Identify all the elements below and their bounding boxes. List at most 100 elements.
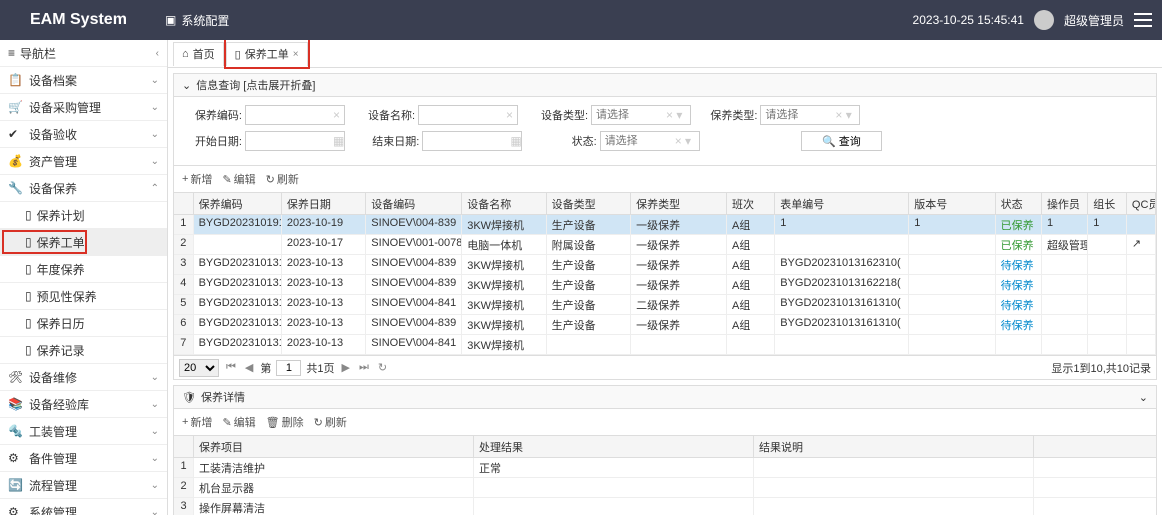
sidebar-subitem[interactable]: ▯年度保养 (0, 256, 167, 283)
refresh-button[interactable]: ↻刷新 (314, 414, 347, 430)
calendar-icon[interactable]: ▦ (510, 134, 521, 148)
col-date[interactable]: 保养日期 (282, 193, 366, 214)
pager-info: 显示1到10,共10记录 (1051, 360, 1151, 376)
mtype-label: 保养类型: (697, 107, 757, 123)
search-button[interactable]: 🔍查询 (801, 131, 882, 151)
page-size-select[interactable]: 20 (179, 359, 219, 377)
col-result[interactable]: 处理结果 (474, 436, 754, 457)
detail-panel-header[interactable]: 🛡 保养详情 ⌄ (173, 385, 1157, 409)
tab-bar: ⌂ 首页 ▯ 保养工单 × (168, 40, 1162, 68)
devtype-label: 设备类型: (528, 107, 588, 123)
document-icon: ▯ (25, 235, 32, 249)
add-button[interactable]: +新增 (182, 171, 212, 187)
hamburger-icon[interactable] (1134, 13, 1152, 27)
table-row[interactable]: 4BYGD20231013162218(2023-10-13SINOEV\004… (174, 275, 1156, 295)
edit-button[interactable]: ✎编辑 (222, 414, 255, 430)
col-item[interactable]: 保养项目 (194, 436, 474, 457)
close-icon[interactable]: × (293, 49, 299, 60)
chevron-icon: ⌃ (151, 183, 159, 194)
trash-icon: 🗑 (266, 416, 280, 429)
table-row[interactable]: 1工装清洁维护正常 (174, 458, 1156, 478)
prev-page-button[interactable]: ◀ (243, 361, 255, 374)
sidebar-item[interactable]: ⚙系统管理⌄ (0, 499, 167, 515)
refresh-icon: ↻ (314, 416, 323, 429)
end-date-input[interactable] (422, 131, 522, 151)
main-grid: 保养编码 保养日期 设备编码 设备名称 设备类型 保养类型 班次 表单编号 版本… (173, 193, 1157, 356)
sidebar-nav-header[interactable]: ≡ 导航栏 ‹ (0, 40, 167, 67)
end-label: 结束日期: (359, 133, 419, 149)
tab-home[interactable]: ⌂ 首页 (173, 42, 224, 66)
last-page-button[interactable]: ⏭ (357, 361, 371, 374)
sidebar-item[interactable]: 🛠设备维修⌄ (0, 364, 167, 391)
datetime: 2023-10-25 15:45:41 (913, 13, 1024, 27)
col-leader[interactable]: 组长 (1088, 193, 1127, 214)
sidebar-item[interactable]: 🔧设备保养⌃ (0, 175, 167, 202)
clear-icon[interactable]: × (333, 108, 340, 122)
col-devtype[interactable]: 设备类型 (547, 193, 631, 214)
refresh-button[interactable]: ↻刷新 (266, 171, 299, 187)
tab-maintenance-order[interactable]: ▯ 保养工单 × (226, 42, 308, 66)
sidebar-subitem[interactable]: ▯预见性保养 (0, 283, 167, 310)
sidebar-item[interactable]: 📚设备经验库⌄ (0, 391, 167, 418)
col-form[interactable]: 表单编号 (775, 193, 909, 214)
document-icon: ▯ (25, 343, 32, 357)
table-row[interactable]: 3操作屏幕清洁 (174, 498, 1156, 515)
devname-input[interactable] (418, 105, 518, 125)
table-row[interactable]: 7BYGD20231013161210(2023-10-13SINOEV\004… (174, 335, 1156, 355)
sidebar-item[interactable]: 📋设备档案⌄ (0, 67, 167, 94)
table-row[interactable]: 6BYGD20231013161310(2023-10-13SINOEV\004… (174, 315, 1156, 335)
chevron-down-icon: ⌄ (182, 79, 191, 92)
clear-icon[interactable]: × (506, 108, 513, 122)
code-label: 保养编码: (182, 107, 242, 123)
item-icon: 📋 (8, 73, 24, 87)
col-note[interactable]: 结果说明 (754, 436, 1034, 457)
sidebar-item[interactable]: 🛒设备采购管理⌄ (0, 94, 167, 121)
chevron-icon: ⌄ (151, 480, 159, 491)
status-badge: 待保养 (996, 255, 1042, 274)
detail-grid: 保养项目 处理结果 结果说明 1工装清洁维护正常2机台显示器3操作屏幕清洁4焊接… (173, 436, 1157, 515)
sidebar-item[interactable]: 🔩工装管理⌄ (0, 418, 167, 445)
sidebar-subitem[interactable]: ▯保养记录 (0, 337, 167, 364)
table-row[interactable]: 3BYGD20231013162310(2023-10-13SINOEV\004… (174, 255, 1156, 275)
edit-button[interactable]: ✎编辑 (222, 171, 255, 187)
sidebar-item[interactable]: 🔄流程管理⌄ (0, 472, 167, 499)
sidebar-item[interactable]: ✔设备验收⌄ (0, 121, 167, 148)
document-icon: ▯ (25, 289, 32, 303)
sys-config-link[interactable]: ▣ 系统配置 (165, 12, 229, 29)
chevron-icon: ⌄ (151, 372, 159, 383)
calendar-icon[interactable]: ▦ (333, 134, 344, 148)
sidebar-subitem[interactable]: ▯保养工单 (0, 229, 167, 256)
col-op[interactable]: 操作员 (1042, 193, 1088, 214)
item-icon: 🛒 (8, 100, 24, 114)
home-icon: ⌂ (182, 48, 189, 60)
col-devname[interactable]: 设备名称 (462, 193, 546, 214)
next-page-button[interactable]: ▶ (340, 361, 352, 374)
sidebar-item[interactable]: 💰资产管理⌄ (0, 148, 167, 175)
col-devcode[interactable]: 设备编码 (366, 193, 462, 214)
first-page-button[interactable]: ⏮ (224, 361, 238, 374)
sidebar-item[interactable]: ⚙备件管理⌄ (0, 445, 167, 472)
chevron-icon: ⌄ (151, 75, 159, 86)
search-panel-header[interactable]: ⌄ 信息查询 [点击展开折叠] (173, 73, 1157, 97)
start-date-input[interactable] (245, 131, 345, 151)
col-ver[interactable]: 版本号 (909, 193, 995, 214)
col-status[interactable]: 状态 (996, 193, 1042, 214)
code-input[interactable] (245, 105, 345, 125)
col-mtype[interactable]: 保养类型 (631, 193, 727, 214)
sidebar-subitem[interactable]: ▯保养日历 (0, 310, 167, 337)
add-button[interactable]: +新增 (182, 414, 212, 430)
avatar[interactable] (1034, 10, 1054, 30)
reload-button[interactable]: ↻ (376, 361, 389, 374)
delete-button[interactable]: 🗑删除 (266, 414, 304, 430)
table-row[interactable]: 5BYGD20231013161310(2023-10-13SINOEV\004… (174, 295, 1156, 315)
col-shift[interactable]: 班次 (727, 193, 775, 214)
username: 超级管理员 (1064, 12, 1124, 29)
table-row[interactable]: 22023-10-17SINOEV\001-00785电脑一体机附属设备一级保养… (174, 235, 1156, 255)
page-input[interactable] (276, 360, 301, 376)
sidebar-subitem[interactable]: ▯保养计划 (0, 202, 167, 229)
col-qc[interactable]: QC员 (1127, 193, 1156, 214)
table-row[interactable]: 1BYGD20231019114235(2023-10-19SINOEV\004… (174, 215, 1156, 235)
table-row[interactable]: 2机台显示器 (174, 478, 1156, 498)
col-code[interactable]: 保养编码 (194, 193, 282, 214)
sidebar: ≡ 导航栏 ‹ 📋设备档案⌄🛒设备采购管理⌄✔设备验收⌄💰资产管理⌄🔧设备保养⌃… (0, 40, 168, 515)
